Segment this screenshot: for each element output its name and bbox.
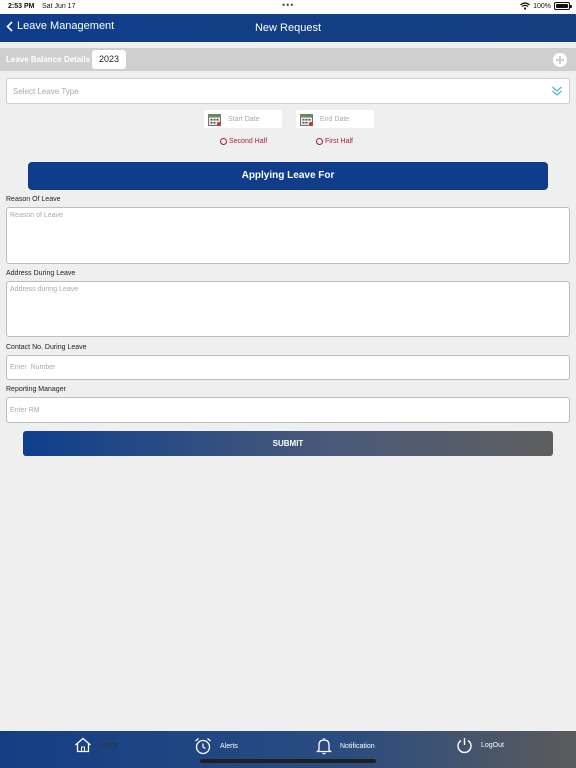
second-half-radio[interactable]: Second Half	[220, 138, 267, 145]
calendar-icon	[300, 113, 313, 126]
battery-icon	[554, 2, 572, 10]
double-chevron-down-icon	[552, 86, 562, 96]
start-date-field[interactable]: Start Date	[204, 110, 282, 128]
address-label: Address During Leave	[6, 270, 76, 277]
tab-home[interactable]: Home	[74, 737, 119, 753]
wifi-icon	[520, 2, 530, 10]
contact-label: Contact No. During Leave	[6, 344, 87, 351]
tab-notification-label: Notification	[340, 742, 375, 750]
reason-label: Reason Of Leave	[6, 196, 61, 203]
alarm-clock-icon	[195, 738, 211, 755]
status-bar: 2:53 PM Sat Jun 17 ••• 100%	[0, 0, 576, 14]
contact-input[interactable]: Enter Number	[6, 355, 570, 380]
reason-input[interactable]: Reason of Leave	[6, 207, 570, 264]
submit-button[interactable]: SUBMIT	[23, 431, 553, 456]
manager-input[interactable]: Enter RM	[6, 397, 570, 423]
tab-logout-label: LogOut	[481, 742, 504, 749]
battery-percent: 100%	[533, 2, 551, 10]
tab-alerts[interactable]: Alerts	[194, 737, 238, 755]
applying-leave-for-button[interactable]: Applying Leave For	[28, 162, 548, 190]
tab-logout[interactable]: LogOut	[456, 737, 504, 754]
radio-circle-icon	[220, 138, 227, 145]
leave-type-placeholder: Select Leave Type	[13, 87, 79, 96]
manager-label: Reporting Manager	[6, 386, 66, 393]
start-date-placeholder: Start Date	[228, 115, 260, 123]
bell-icon	[316, 738, 332, 755]
add-circle-icon[interactable]	[553, 53, 567, 67]
home-indicator	[200, 759, 376, 763]
leave-balance-label: Leave Balance Details	[6, 55, 91, 64]
address-placeholder: Address during Leave	[10, 286, 79, 293]
leave-balance-bar: Leave Balance Details 2023	[0, 48, 576, 71]
power-icon	[457, 738, 472, 754]
tab-alerts-label: Alerts	[220, 742, 238, 750]
page-title: New Request	[254, 22, 322, 34]
second-half-label: Second Half	[229, 138, 268, 145]
status-date: Sat Jun 17	[42, 3, 76, 10]
address-input[interactable]: Address during Leave	[6, 281, 570, 337]
reason-placeholder: Reason of Leave	[10, 212, 63, 219]
multitasking-dots-icon[interactable]: •••	[282, 0, 294, 10]
tab-notification[interactable]: Notification	[316, 737, 375, 755]
tab-home-label: Home	[100, 741, 119, 749]
calendar-icon	[208, 113, 221, 126]
first-half-label: First Half	[325, 138, 353, 145]
leave-type-dropdown[interactable]: Select Leave Type	[6, 78, 570, 104]
first-half-radio[interactable]: First Half	[316, 138, 353, 145]
year-selector[interactable]: 2023	[92, 50, 126, 69]
radio-circle-icon	[316, 138, 323, 145]
end-date-placeholder: End Date	[320, 115, 350, 123]
end-date-field[interactable]: End Date	[296, 110, 374, 128]
navigation-bar: Leave Management New Request	[0, 14, 576, 42]
home-icon	[75, 737, 91, 753]
contact-placeholder: Enter Number	[10, 364, 56, 371]
manager-placeholder: Enter RM	[10, 407, 40, 414]
status-time: 2:53 PM	[8, 3, 35, 10]
